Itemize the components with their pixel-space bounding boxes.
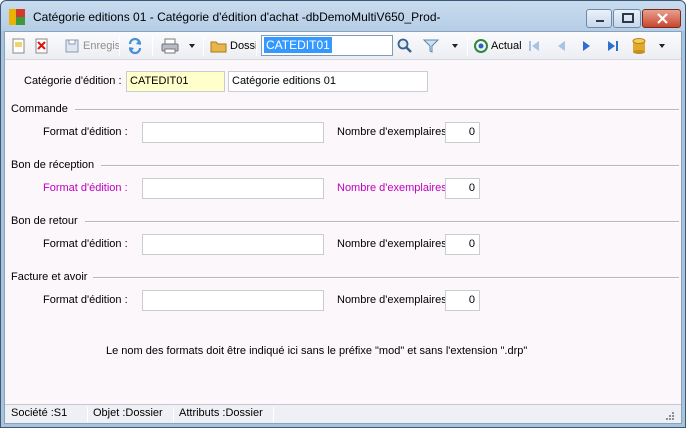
- folder-button[interactable]: Dossi: [210, 35, 258, 57]
- status-divider: [273, 407, 274, 422]
- current-label: Actual: [491, 40, 522, 52]
- toolbar-separator: [256, 36, 257, 56]
- app-icon: [9, 9, 25, 25]
- filter-menu-dropdown[interactable]: [450, 35, 460, 57]
- status-object: Objet :Dossier: [93, 407, 163, 419]
- minimize-icon: [596, 20, 604, 22]
- previous-record-icon: [558, 41, 565, 51]
- search-input-value: CATEDIT01: [264, 37, 332, 53]
- window-title: Catégorie editions 01 - Catégorie d'édit…: [33, 10, 441, 24]
- first-record-button[interactable]: [526, 35, 542, 57]
- form-client-area: Enregis Dossi CATEDIT01 Actual Catégorie…: [4, 31, 682, 424]
- toolbar-separator: [203, 36, 204, 56]
- status-company: Société :S1: [11, 407, 68, 419]
- status-divider: [87, 407, 88, 422]
- format-label: Format d'édition :: [43, 126, 128, 138]
- minimize-button[interactable]: [586, 9, 612, 28]
- title-bar[interactable]: Catégorie editions 01 - Catégorie d'édit…: [1, 1, 685, 31]
- format-label: Format d'édition :: [43, 238, 128, 250]
- maximize-button[interactable]: [613, 9, 641, 28]
- section-divider: [85, 221, 679, 223]
- refresh-button[interactable]: [126, 35, 144, 57]
- toolbar: Enregis Dossi CATEDIT01 Actual: [5, 32, 681, 60]
- current-record-icon: [474, 39, 488, 53]
- facture-format-field[interactable]: [142, 290, 324, 311]
- application-window: Catégorie editions 01 - Catégorie d'édit…: [0, 0, 686, 428]
- chevron-down-icon: [189, 44, 195, 48]
- new-document-icon: [12, 38, 25, 54]
- status-divider: [173, 407, 174, 422]
- copies-label: Nombre d'exemplaires :: [337, 294, 453, 306]
- copies-label: Nombre d'exemplaires :: [337, 182, 453, 194]
- section-divider: [93, 277, 679, 279]
- status-attributes: Attributs :Dossier: [179, 407, 263, 419]
- database-icon: [632, 38, 646, 54]
- reception-format-field[interactable]: [142, 178, 324, 199]
- commande-copies-field[interactable]: 0: [445, 122, 480, 143]
- save-button[interactable]: Enregis: [65, 35, 120, 57]
- section-retour-title: Bon de retour: [11, 215, 78, 227]
- filter-icon: [422, 39, 440, 53]
- search-button[interactable]: [396, 35, 414, 57]
- section-facture-title: Facture et avoir: [11, 271, 88, 283]
- save-label: Enregis: [83, 40, 121, 52]
- database-button[interactable]: [631, 35, 647, 57]
- reception-copies-field[interactable]: 0: [445, 178, 480, 199]
- section-divider: [101, 165, 679, 167]
- print-button[interactable]: [160, 35, 180, 57]
- next-record-icon: [583, 41, 590, 51]
- retour-format-field[interactable]: [142, 234, 324, 255]
- copies-label: Nombre d'exemplaires :: [337, 126, 453, 138]
- next-record-button[interactable]: [579, 35, 595, 57]
- save-icon: [65, 39, 79, 53]
- section-reception-title: Bon de réception: [11, 159, 95, 171]
- print-menu-dropdown[interactable]: [187, 35, 197, 57]
- maximize-icon: [622, 13, 634, 23]
- current-button[interactable]: Actual: [473, 35, 522, 57]
- filter-button[interactable]: [422, 35, 440, 57]
- format-label: Format d'édition :: [43, 294, 128, 306]
- previous-record-button[interactable]: [553, 35, 569, 57]
- section-commande-title: Commande: [11, 103, 68, 115]
- new-button[interactable]: [11, 35, 27, 57]
- resize-grip-icon[interactable]: [665, 411, 675, 421]
- first-record-icon: [529, 41, 539, 51]
- close-button[interactable]: [642, 9, 681, 28]
- category-code-field[interactable]: CATEDIT01: [126, 71, 225, 92]
- chevron-down-icon: [452, 44, 458, 48]
- last-record-icon: [608, 41, 618, 51]
- delete-button[interactable]: [34, 35, 50, 57]
- status-bar: Société :S1 Objet :Dossier Attributs :Do…: [5, 404, 681, 423]
- chevron-down-icon: [659, 44, 665, 48]
- search-input[interactable]: CATEDIT01: [261, 35, 393, 56]
- category-label: Catégorie d'édition :: [24, 75, 122, 87]
- facture-copies-field[interactable]: 0: [445, 290, 480, 311]
- last-record-button[interactable]: [605, 35, 621, 57]
- toolbar-separator: [152, 36, 153, 56]
- printer-icon: [161, 38, 179, 54]
- copies-label: Nombre d'exemplaires :: [337, 238, 453, 250]
- delete-icon: [35, 38, 48, 54]
- toolbar-separator: [119, 36, 120, 56]
- retour-copies-field[interactable]: 0: [445, 234, 480, 255]
- toolbar-separator: [467, 36, 468, 56]
- folder-label: Dossi: [230, 40, 258, 52]
- refresh-icon: [128, 37, 142, 55]
- folder-icon: [210, 41, 227, 53]
- format-label: Format d'édition :: [43, 182, 128, 194]
- close-icon: [657, 13, 668, 24]
- format-hint-note: Le nom des formats doit être indiqué ici…: [106, 345, 528, 357]
- database-menu-dropdown[interactable]: [657, 35, 667, 57]
- magnifier-icon: [397, 38, 412, 53]
- category-name-field[interactable]: Catégorie editions 01: [228, 71, 428, 92]
- commande-format-field[interactable]: [142, 122, 324, 143]
- section-divider: [75, 109, 679, 111]
